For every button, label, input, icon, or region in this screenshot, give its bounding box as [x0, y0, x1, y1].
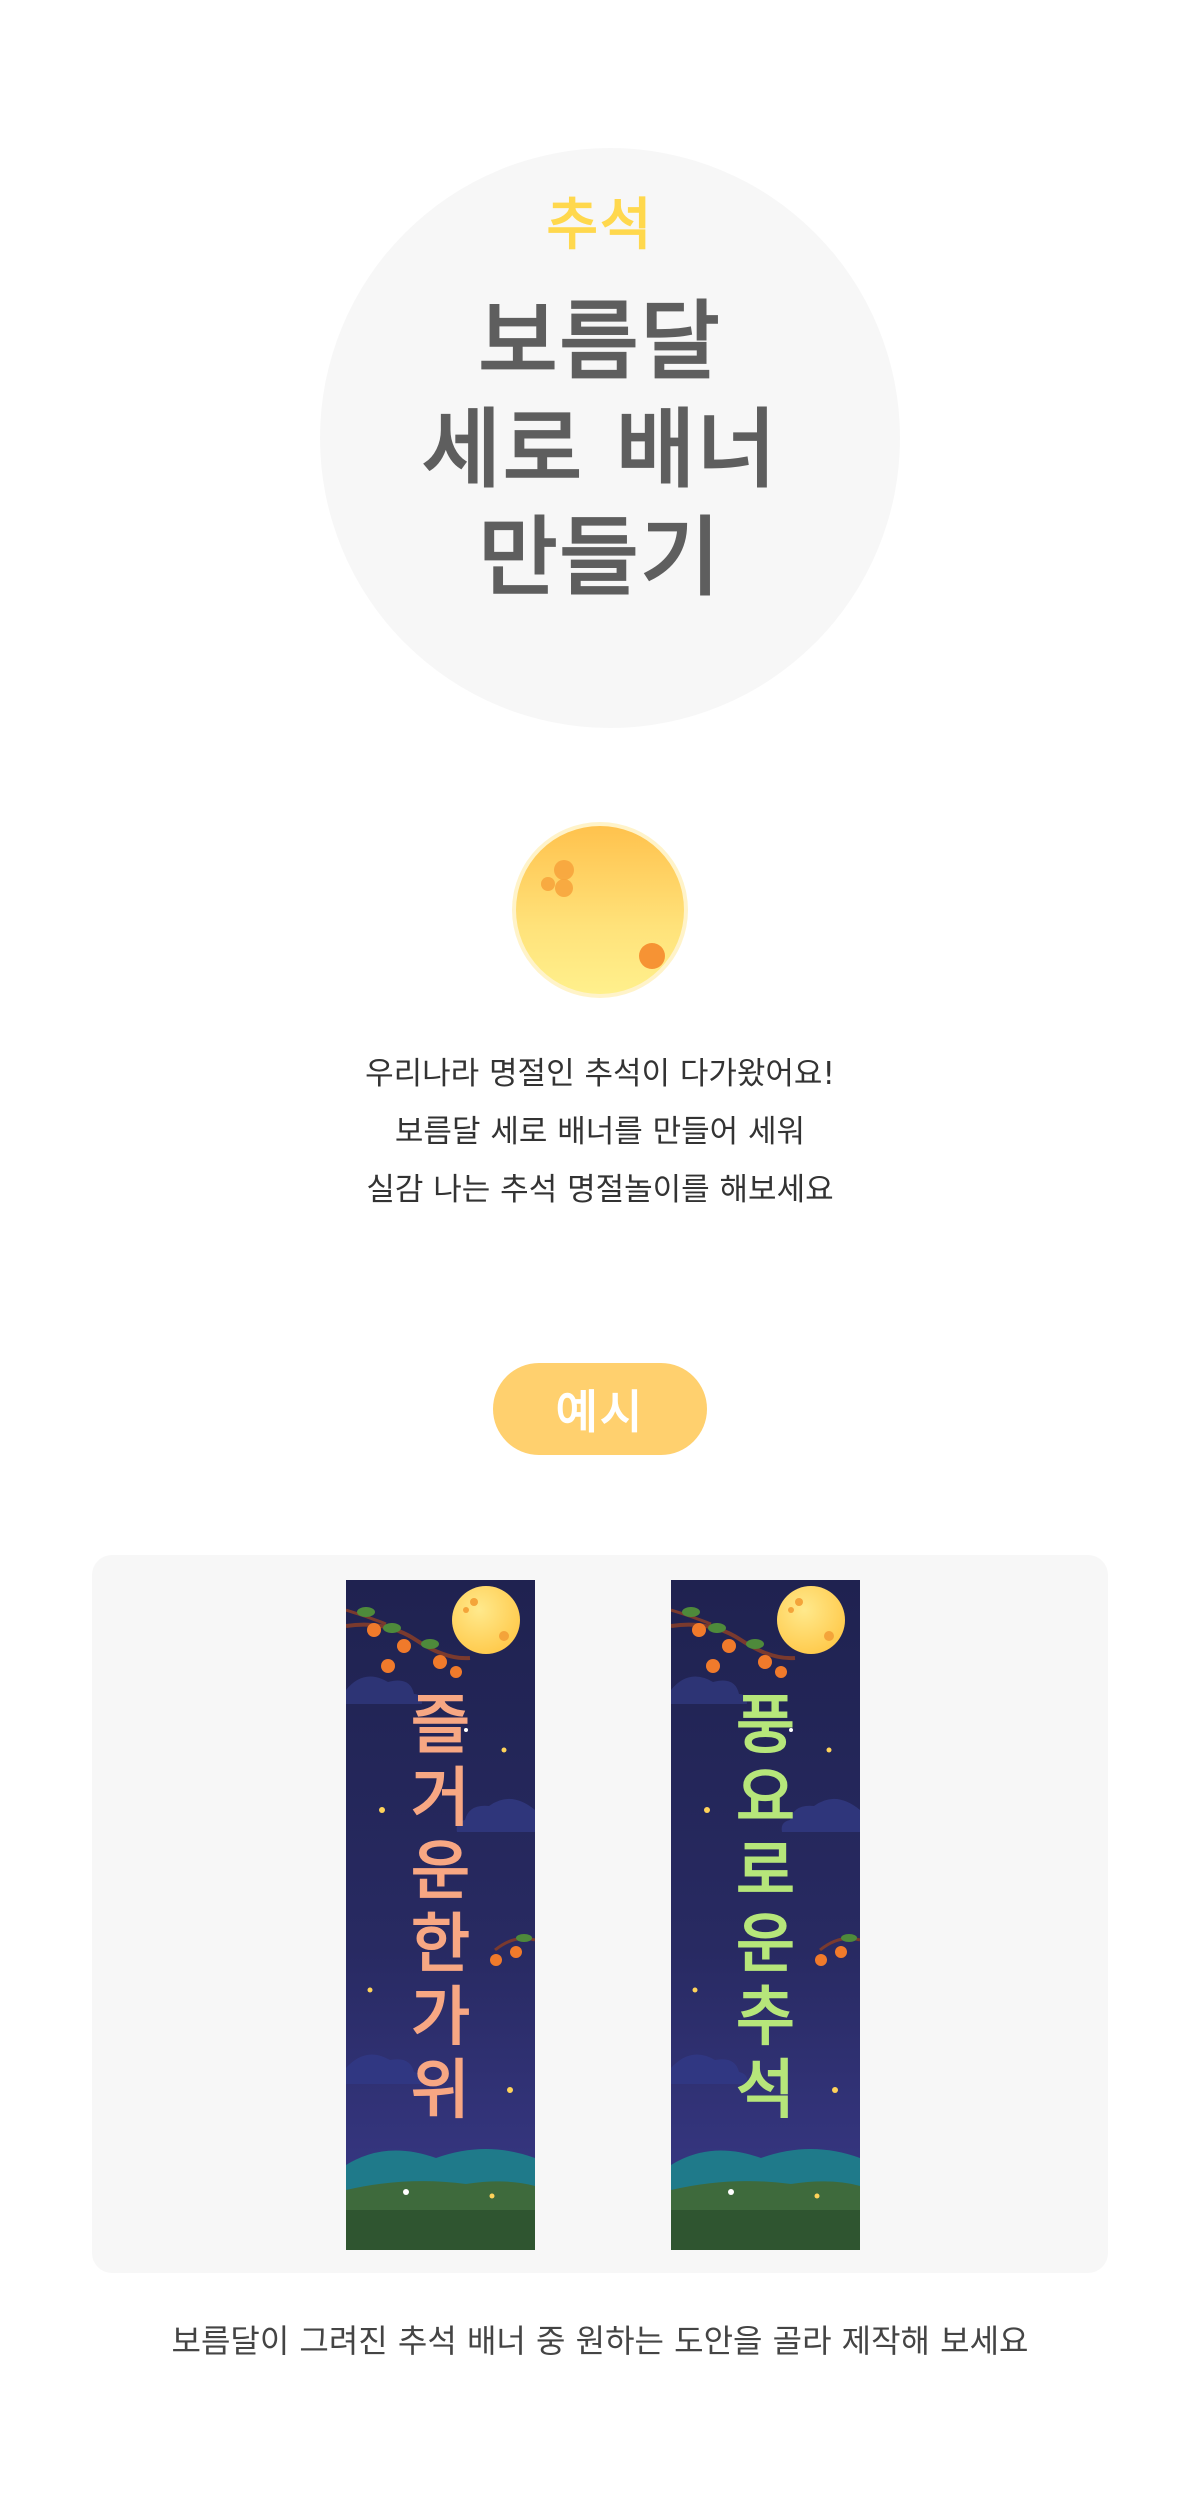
banner-1-char: 운	[411, 1835, 470, 1909]
banner-2-text: 풍 요 로 운 추 석	[671, 1690, 860, 2128]
banner-2-char: 운	[736, 1908, 795, 1982]
intro-line-2: 보름달 세로 배너를 만들어 세워	[394, 1114, 806, 1150]
intro-line-1: 우리나라 명절인 추석이 다가왔어요!	[365, 1056, 835, 1092]
banner-example-2: 풍 요 로 운 추 석	[671, 1580, 860, 2250]
banner-1-char: 즐	[411, 1689, 470, 1763]
caption: 보름달이 그려진 추석 배너 중 원하는 도안을 골라 제작해 보세요	[171, 2322, 1029, 2360]
banner-2-char: 추	[736, 1981, 795, 2055]
hero-tag: 추석	[546, 193, 654, 258]
banner-2-char: 요	[736, 1762, 795, 1836]
hero-title-line-2: 세로 배너	[421, 400, 779, 500]
hero-title-line-1: 보름달	[478, 292, 722, 392]
banner-2-char: 석	[736, 2054, 795, 2128]
hero-title-line-3: 만들기	[478, 508, 722, 608]
banner-1-char: 거	[411, 1762, 470, 1836]
banner-1-char: 위	[411, 2054, 470, 2128]
banner-1-char: 한	[411, 1908, 470, 1982]
banner-example-1: 즐 거 운 한 가 위	[346, 1580, 535, 2250]
banner-2-char: 풍	[736, 1689, 795, 1763]
hero-title: 보름달 세로 배너 만들기	[0, 288, 1200, 612]
full-moon-illustration	[508, 818, 692, 1002]
banner-1-char: 가	[411, 1981, 470, 2055]
intro-line-3: 실감 나는 추석 명절놀이를 해보세요	[366, 1172, 834, 1208]
banner-1-text: 즐 거 운 한 가 위	[346, 1690, 535, 2128]
example-label: 예시	[493, 1363, 707, 1455]
banner-2-char: 로	[736, 1835, 795, 1909]
intro-text: 우리나라 명절인 추석이 다가왔어요! 보름달 세로 배너를 만들어 세워 실감…	[0, 1045, 1200, 1219]
example-panel	[92, 1555, 1108, 2273]
